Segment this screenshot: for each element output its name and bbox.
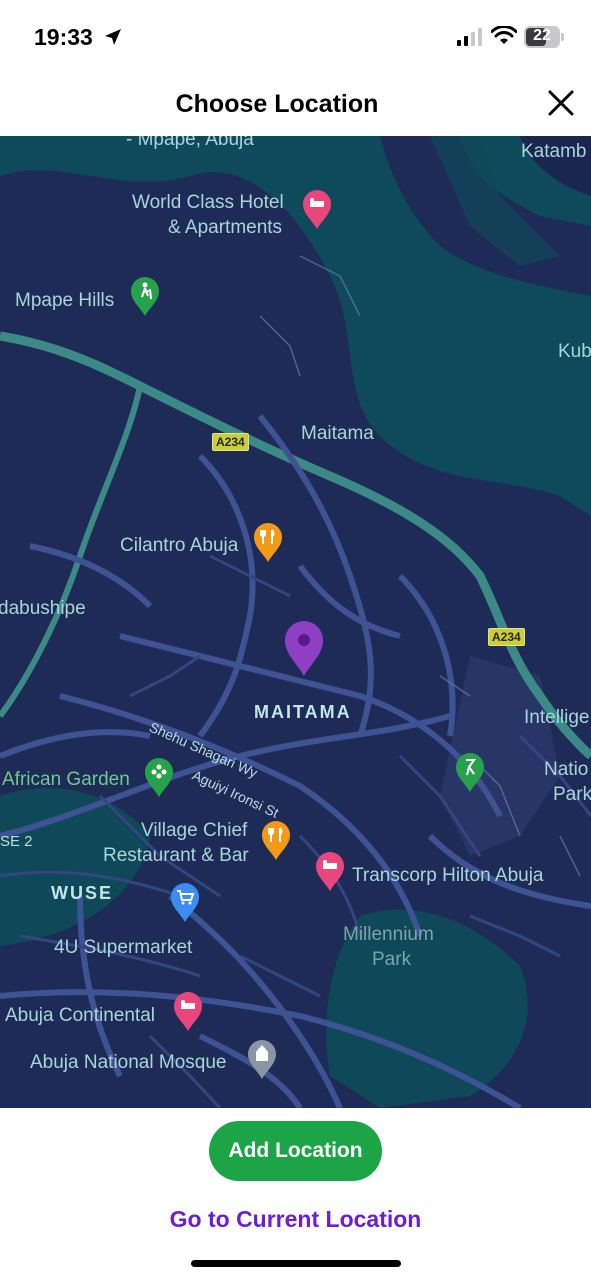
hotel-pin-icon-3[interactable] bbox=[173, 992, 203, 1032]
label-abuja-continental: Abuja Continental bbox=[5, 1005, 155, 1026]
hotel-pin-icon[interactable] bbox=[302, 190, 332, 230]
bottom-panel: Add Location Go to Current Location bbox=[0, 1108, 591, 1280]
label-village-chief-1: Village Chief bbox=[141, 820, 248, 841]
hiking-pin-icon[interactable] bbox=[130, 277, 160, 317]
label-village-chief-2: Restaurant & Bar bbox=[103, 845, 249, 866]
battery-level: 22 bbox=[533, 27, 551, 44]
hotel-pin-icon-2[interactable] bbox=[315, 852, 345, 892]
label-natio: Natio bbox=[544, 759, 589, 780]
add-location-button[interactable]: Add Location bbox=[209, 1121, 382, 1181]
home-indicator[interactable] bbox=[191, 1260, 401, 1267]
mosque-pin-icon[interactable] bbox=[247, 1040, 277, 1080]
label-millennium: Millennium bbox=[343, 924, 434, 945]
cellular-signal-icon bbox=[457, 28, 482, 46]
label-african-garden: African Garden bbox=[2, 769, 130, 790]
restaurant-pin-icon-2[interactable] bbox=[261, 821, 291, 861]
close-button[interactable] bbox=[544, 86, 578, 120]
status-time: 19:33 bbox=[34, 24, 93, 50]
location-arrow-icon bbox=[105, 29, 121, 45]
page-title: Choose Location bbox=[175, 90, 379, 118]
go-to-current-location-link[interactable]: Go to Current Location bbox=[0, 1206, 591, 1233]
shopping-cart-pin-icon[interactable] bbox=[170, 883, 200, 923]
label-maitama: Maitama bbox=[301, 423, 374, 444]
selected-location-pin-icon[interactable] bbox=[284, 621, 324, 677]
label-4u-supermarket: 4U Supermarket bbox=[54, 937, 193, 958]
label-se2: SE 2 bbox=[0, 833, 33, 850]
label-transcorp: Transcorp Hilton Abuja bbox=[352, 865, 544, 886]
label-kub: Kub bbox=[558, 341, 591, 362]
battery-icon: 22 bbox=[524, 26, 564, 48]
label-katamb: Katamb bbox=[521, 141, 587, 162]
header: Choose Location bbox=[0, 72, 591, 136]
garden-pin-icon[interactable] bbox=[144, 758, 174, 798]
map-view[interactable]: - Mpape, Abuja World Class Hotel & Apart… bbox=[0, 136, 591, 1108]
label-intellige: Intellige bbox=[524, 707, 590, 728]
label-world-class-hotel-2: & Apartments bbox=[168, 217, 283, 238]
label-mpape-abuja: - Mpape, Abuja bbox=[126, 136, 254, 150]
close-icon bbox=[548, 90, 574, 116]
label-millennium-park: Park bbox=[372, 949, 412, 970]
label-wuse: WUSE bbox=[51, 883, 113, 903]
status-bar: 19:33 22 bbox=[0, 0, 591, 72]
label-cilantro: Cilantro Abuja bbox=[120, 535, 239, 556]
golf-pin-icon[interactable] bbox=[455, 753, 485, 793]
label-maitama-area: MAITAMA bbox=[254, 702, 352, 722]
road-shield-a234-2: A234 bbox=[488, 628, 525, 646]
road-shield-a234: A234 bbox=[212, 433, 249, 451]
label-park-right: Park bbox=[553, 784, 591, 805]
label-mpape-hills: Mpape Hills bbox=[15, 290, 115, 311]
label-national-mosque: Abuja National Mosque bbox=[30, 1052, 227, 1073]
label-world-class-hotel-1: World Class Hotel bbox=[132, 192, 284, 213]
restaurant-pin-icon[interactable] bbox=[253, 523, 283, 563]
wifi-icon bbox=[491, 26, 517, 44]
label-dabushipe: dabushipe bbox=[0, 598, 86, 619]
